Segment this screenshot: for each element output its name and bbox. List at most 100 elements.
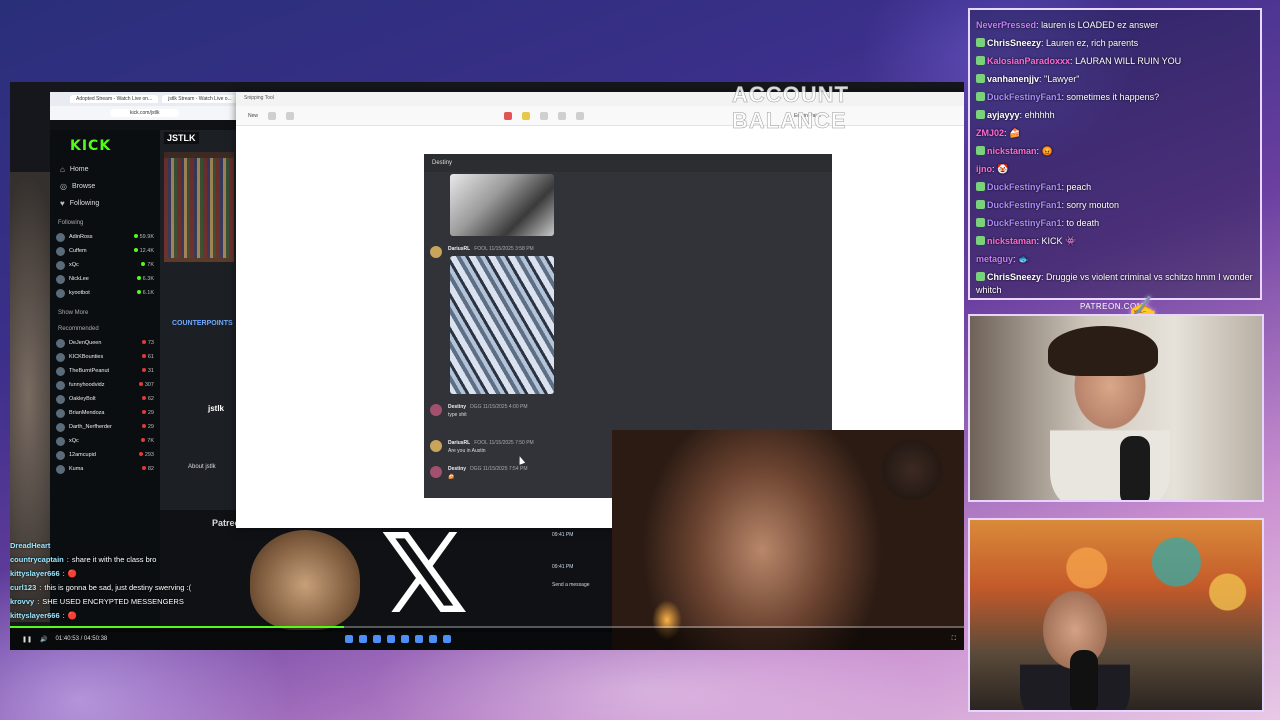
chat-message: DuckFestinyFan1: peach	[976, 178, 1254, 196]
pause-icon[interactable]: ❚❚	[22, 636, 32, 643]
taskbar-app-icon[interactable]	[373, 635, 382, 643]
delay-icon[interactable]	[286, 111, 295, 120]
chat-text: SHE USED ENCRYPTED MESSENGERS	[42, 596, 184, 606]
channel-avatar	[56, 380, 65, 390]
channel-row[interactable]: KICKBounties 61	[56, 350, 154, 364]
channel-name: xQc	[69, 438, 79, 444]
channel-row[interactable]: kyootbot 6.1K	[56, 286, 154, 300]
volume-icon[interactable]: 🔊	[40, 636, 47, 643]
channel-avatar	[56, 288, 65, 298]
streamer-name[interactable]: jstlk	[208, 404, 224, 413]
chat-text: 🔴	[67, 568, 78, 578]
home-icon: ⌂	[60, 164, 65, 174]
new-button[interactable]: New	[248, 113, 258, 119]
chat-line: kittyslayer666: 🔴	[10, 610, 78, 620]
mini-chat: 09:41 PM 09:41 PM Send a message	[552, 532, 590, 588]
taskbar-app-icon[interactable]	[359, 635, 368, 643]
chat-username[interactable]: ZMJ02	[976, 128, 1004, 138]
nav-following[interactable]: ♥ Following	[60, 196, 154, 210]
taskbar-app-icon[interactable]	[345, 635, 354, 643]
channel-row[interactable]: Kuma 82	[56, 462, 154, 476]
account-balance-label: ACCOUNT BALANCE	[732, 82, 849, 133]
microphone	[1120, 436, 1150, 500]
channel-row[interactable]: xQc 7K	[56, 258, 154, 272]
show-more-link[interactable]: Show More	[58, 310, 154, 316]
channel-row[interactable]: AdinRoss 59.9K	[56, 230, 154, 244]
channel-row[interactable]: BrianMendoza 29	[56, 406, 154, 420]
chat-username[interactable]: ChrisSneezy	[987, 272, 1041, 282]
taskbar-app-icon[interactable]	[443, 635, 452, 643]
chat-username[interactable]: DuckFestinyFan1	[987, 92, 1062, 102]
chat-text: this is gonna be sad, just destiny swerv…	[44, 582, 192, 592]
live-dot-icon	[141, 368, 146, 372]
live-dot-icon	[138, 382, 143, 386]
live-dot-icon	[133, 234, 138, 238]
eraser-icon[interactable]	[540, 111, 549, 120]
taskbar-app-icon[interactable]	[387, 635, 396, 643]
chat-text: 🍰	[1009, 128, 1021, 138]
viewer-count: 62	[141, 396, 154, 402]
taskbar-app-icon[interactable]	[401, 635, 410, 643]
chat-username[interactable]: ijno	[976, 164, 992, 174]
chat-username[interactable]: vanhanenjjv	[987, 74, 1039, 84]
pen-icon[interactable]	[504, 111, 513, 120]
captured-screen: Adopted Stream - Watch Live on... jstlk …	[10, 82, 964, 650]
author-tag: DGG	[470, 466, 482, 472]
taskbar-app-icon[interactable]	[429, 635, 438, 643]
message-text: type shit	[448, 412, 467, 418]
copy-icon[interactable]	[558, 111, 567, 120]
browser-tab[interactable]: jstlk Stream - Watch Live o...	[162, 95, 238, 103]
chat-username[interactable]: metaguy	[976, 254, 1013, 264]
guest-webcam	[612, 430, 964, 650]
chat-message: ChrisSneezy: Druggie vs violent criminal…	[976, 271, 1254, 297]
crop-icon[interactable]	[576, 111, 585, 120]
chat-username[interactable]: nickstaman	[987, 236, 1037, 246]
chat-username[interactable]: NeverPressed	[976, 20, 1036, 30]
channel-avatar	[56, 232, 65, 242]
channel-row[interactable]: DeJenQueen 73	[56, 336, 154, 350]
kick-logo[interactable]: KICK	[70, 138, 154, 154]
fullscreen-icon[interactable]: ⛶	[952, 636, 956, 643]
viewer-count: 31	[141, 368, 154, 374]
books	[164, 158, 234, 258]
viewer-count-value: 6.3K	[142, 276, 154, 282]
chat-username[interactable]: ayjayyy	[987, 110, 1020, 120]
address-bar-url[interactable]: kick.com/jstlk	[110, 109, 180, 117]
mode-icon[interactable]	[268, 111, 277, 120]
player-controls: ❚❚ 🔊 01:40:53 / 04:50:38 ⛶	[10, 628, 964, 650]
chat-username[interactable]: nickstaman	[987, 146, 1037, 156]
following-heading: Following	[58, 220, 84, 226]
channel-row[interactable]: 12amcupid 293	[56, 448, 154, 462]
chat-message: ZMJ02: 🍰	[976, 124, 1254, 142]
channel-row[interactable]: OakleyBolt 62	[56, 392, 154, 406]
channel-name: NickLee	[69, 276, 89, 282]
chat-username[interactable]: KalosianParadoxxx	[987, 56, 1070, 66]
channel-row[interactable]: funnyhoodvidz 307	[56, 378, 154, 392]
channel-name: TheBurntPeanut	[69, 368, 110, 374]
chat-username[interactable]: ChrisSneezy	[987, 38, 1041, 48]
badge-icon	[976, 92, 985, 101]
highlighter-icon[interactable]	[522, 111, 531, 120]
chat-username[interactable]: DuckFestinyFan1	[987, 218, 1062, 228]
channel-row[interactable]: TheBurntPeanut 31	[56, 364, 154, 378]
chat-username[interactable]: DuckFestinyFan1	[987, 182, 1062, 192]
send-message-input[interactable]: Send a message	[552, 582, 590, 588]
channel-row[interactable]: Darth_Nerfherder 29	[56, 420, 154, 434]
taskbar-app-icon[interactable]	[415, 635, 424, 643]
nav-home[interactable]: ⌂ Home	[60, 162, 154, 176]
host-webcam-bottom	[968, 518, 1264, 712]
chat-message: DuckFestinyFan1: sometimes it happens?	[976, 88, 1254, 106]
chat-text: lauren is LOADED ez answer	[1041, 20, 1159, 30]
chat-line: curl123: this is gonna be sad, just desti…	[10, 582, 192, 592]
channel-row[interactable]: Cuffem 12.4K	[56, 244, 154, 258]
browser-tab[interactable]: Adopted Stream - Watch Live on...	[70, 95, 159, 103]
channel-row[interactable]: xQc 7K	[56, 434, 154, 448]
chat-message: DuckFestinyFan1: sorry mouton	[976, 196, 1254, 214]
chat-text: "Lawyer"	[1044, 74, 1080, 84]
chat-username[interactable]: DuckFestinyFan1	[987, 200, 1062, 210]
channel-row[interactable]: NickLee 6.3K	[56, 272, 154, 286]
viewer-count-value: 82	[147, 466, 154, 472]
channel-name: KICKBounties	[69, 354, 104, 360]
viewer-count-value: 7K	[147, 262, 154, 268]
nav-browse[interactable]: ◎ Browse	[60, 179, 154, 193]
